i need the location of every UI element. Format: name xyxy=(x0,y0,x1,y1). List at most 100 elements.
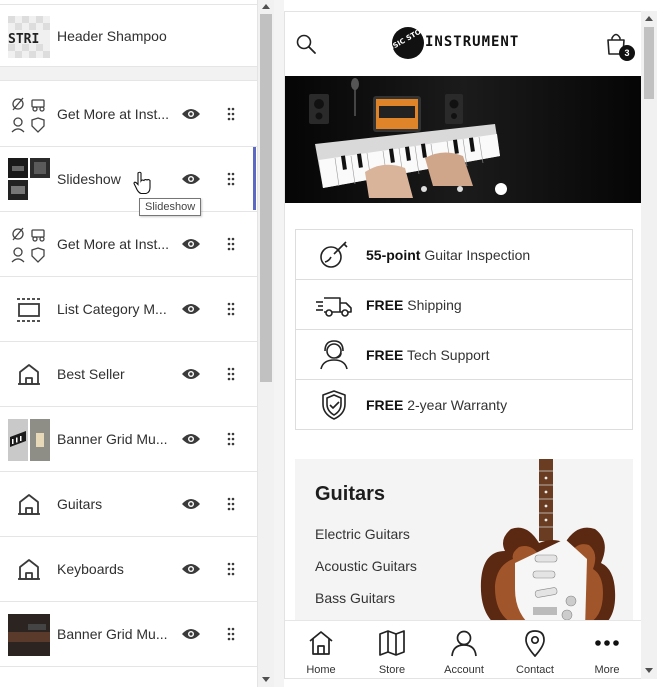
section-row-get-more[interactable]: Get More at Inst... xyxy=(0,212,257,277)
active-indicator xyxy=(253,147,256,210)
store-header: MUSIC STORE INSTRUMENT 3 xyxy=(285,12,641,76)
drag-handle-icon[interactable] xyxy=(226,367,236,381)
drag-handle-icon[interactable] xyxy=(226,237,236,251)
feature-bold: FREE xyxy=(366,397,404,413)
section-label: Keyboards xyxy=(57,561,124,577)
slide-dot[interactable] xyxy=(457,186,463,192)
preview-scrollbar[interactable] xyxy=(641,11,657,679)
section-label: Best Seller xyxy=(57,366,125,382)
features-box: 55-point Guitar Inspection FREE Shipping… xyxy=(295,229,633,430)
drag-handle-icon[interactable] xyxy=(226,562,236,576)
section-row-banner-grid[interactable]: Banner Grid Mu... xyxy=(0,602,257,667)
nav-label: Account xyxy=(444,664,484,676)
feature-text: Shipping xyxy=(403,297,462,313)
slideshow-banner[interactable] xyxy=(285,76,641,203)
feature-bold: 55-point xyxy=(366,247,421,263)
scrollbar-thumb[interactable] xyxy=(260,14,272,382)
nav-account[interactable]: Account xyxy=(428,621,500,678)
scrollbar-thumb[interactable] xyxy=(644,27,654,99)
eye-icon[interactable] xyxy=(181,497,201,511)
category-link[interactable]: Bass Guitars xyxy=(315,590,395,606)
eye-icon[interactable] xyxy=(181,367,201,381)
section-label: Slideshow xyxy=(57,171,121,187)
nav-store[interactable]: Store xyxy=(356,621,428,678)
scroll-down-arrow[interactable] xyxy=(262,677,270,682)
section-row-banner-grid[interactable]: Banner Grid Mu... xyxy=(0,407,257,472)
banner-grid-thumbnail xyxy=(8,419,50,461)
house-icon xyxy=(18,559,40,580)
truck-icon xyxy=(316,297,352,317)
headset-icon xyxy=(320,340,348,370)
section-row-keyboards[interactable]: Keyboards xyxy=(0,537,257,602)
section-row-list-category[interactable]: List Category M... xyxy=(0,277,257,342)
drag-handle-icon[interactable] xyxy=(226,172,236,186)
sections-panel: STRI Header Shampoo Get More at Inst... … xyxy=(0,0,258,687)
guitar-inspection-icon xyxy=(320,241,348,268)
tooltip: Slideshow xyxy=(139,198,202,216)
nav-contact[interactable]: Contact xyxy=(499,621,571,678)
feature-bold: FREE xyxy=(366,297,404,313)
scroll-down-arrow[interactable] xyxy=(645,668,653,673)
icons-grid-thumbnail xyxy=(11,97,45,133)
feature-text: Tech Support xyxy=(403,347,490,363)
bottom-navigation: Home Store Account Contact More xyxy=(285,620,641,678)
feature-row: FREE Shipping xyxy=(296,280,632,330)
feature-text: 2-year Warranty xyxy=(403,397,508,413)
house-icon xyxy=(18,494,40,515)
section-row-get-more[interactable]: Get More at Inst... xyxy=(0,82,257,147)
section-label: Guitars xyxy=(57,496,103,512)
icons-grid-thumbnail xyxy=(11,227,45,263)
eye-icon[interactable] xyxy=(181,302,201,316)
sections-scrollbar[interactable] xyxy=(258,0,274,687)
section-label: Get More at Inst... xyxy=(57,106,170,122)
eye-icon[interactable] xyxy=(181,627,201,641)
section-row-guitars[interactable]: Guitars xyxy=(0,472,257,537)
nav-home[interactable]: Home xyxy=(285,621,357,678)
nav-more[interactable]: More xyxy=(571,621,641,678)
keyboard-photo xyxy=(285,76,641,203)
svg-text:STRI: STRI xyxy=(8,32,39,47)
category-link[interactable]: Electric Guitars xyxy=(315,526,410,542)
hand-cursor-icon xyxy=(133,171,151,195)
scroll-up-arrow[interactable] xyxy=(262,4,270,9)
guitars-section: Guitars Electric Guitars Acoustic Guitar… xyxy=(295,459,633,634)
section-row-header[interactable]: STRI Header Shampoo xyxy=(0,4,257,67)
feature-row: FREE 2-year Warranty xyxy=(296,380,632,430)
nav-label: Store xyxy=(378,664,406,676)
eye-icon[interactable] xyxy=(181,107,201,121)
section-title: Guitars xyxy=(315,483,386,505)
drag-handle-icon[interactable] xyxy=(226,627,236,641)
section-label: Banner Grid Mu... xyxy=(57,431,168,447)
feature-row: 55-point Guitar Inspection xyxy=(296,230,632,280)
scroll-up-arrow[interactable] xyxy=(645,16,653,21)
electric-guitar-image[interactable] xyxy=(475,459,625,634)
feature-text: Guitar Inspection xyxy=(420,247,531,263)
more-dots-icon xyxy=(595,640,619,646)
map-icon xyxy=(379,630,405,656)
eye-icon[interactable] xyxy=(181,432,201,446)
feature-bold: FREE xyxy=(366,347,404,363)
section-divider xyxy=(0,67,257,81)
category-link[interactable]: Acoustic Guitars xyxy=(315,558,417,574)
home-icon xyxy=(309,631,333,655)
section-label: Banner Grid Mu... xyxy=(57,626,168,642)
drag-handle-icon[interactable] xyxy=(226,497,236,511)
drag-handle-icon[interactable] xyxy=(226,432,236,446)
eye-icon[interactable] xyxy=(181,562,201,576)
section-row-best-seller[interactable]: Best Seller xyxy=(0,342,257,407)
slide-dot-active[interactable] xyxy=(495,183,507,195)
section-label: Header Shampoo xyxy=(57,27,167,44)
section-row-slideshow[interactable]: Slideshow xyxy=(0,147,257,212)
slide-dot[interactable] xyxy=(421,186,427,192)
drag-handle-icon[interactable] xyxy=(226,302,236,316)
header-thumbnail: STRI xyxy=(8,16,50,58)
feature-row: FREE Tech Support xyxy=(296,330,632,380)
store-preview: MUSIC STORE INSTRUMENT 3 55-point Guitar… xyxy=(284,11,642,679)
nav-label: More xyxy=(594,664,620,676)
nav-label: Home xyxy=(306,664,336,676)
search-icon[interactable] xyxy=(295,33,317,55)
drag-handle-icon[interactable] xyxy=(226,107,236,121)
location-pin-icon xyxy=(525,630,545,657)
eye-icon[interactable] xyxy=(181,172,201,186)
eye-icon[interactable] xyxy=(181,237,201,251)
